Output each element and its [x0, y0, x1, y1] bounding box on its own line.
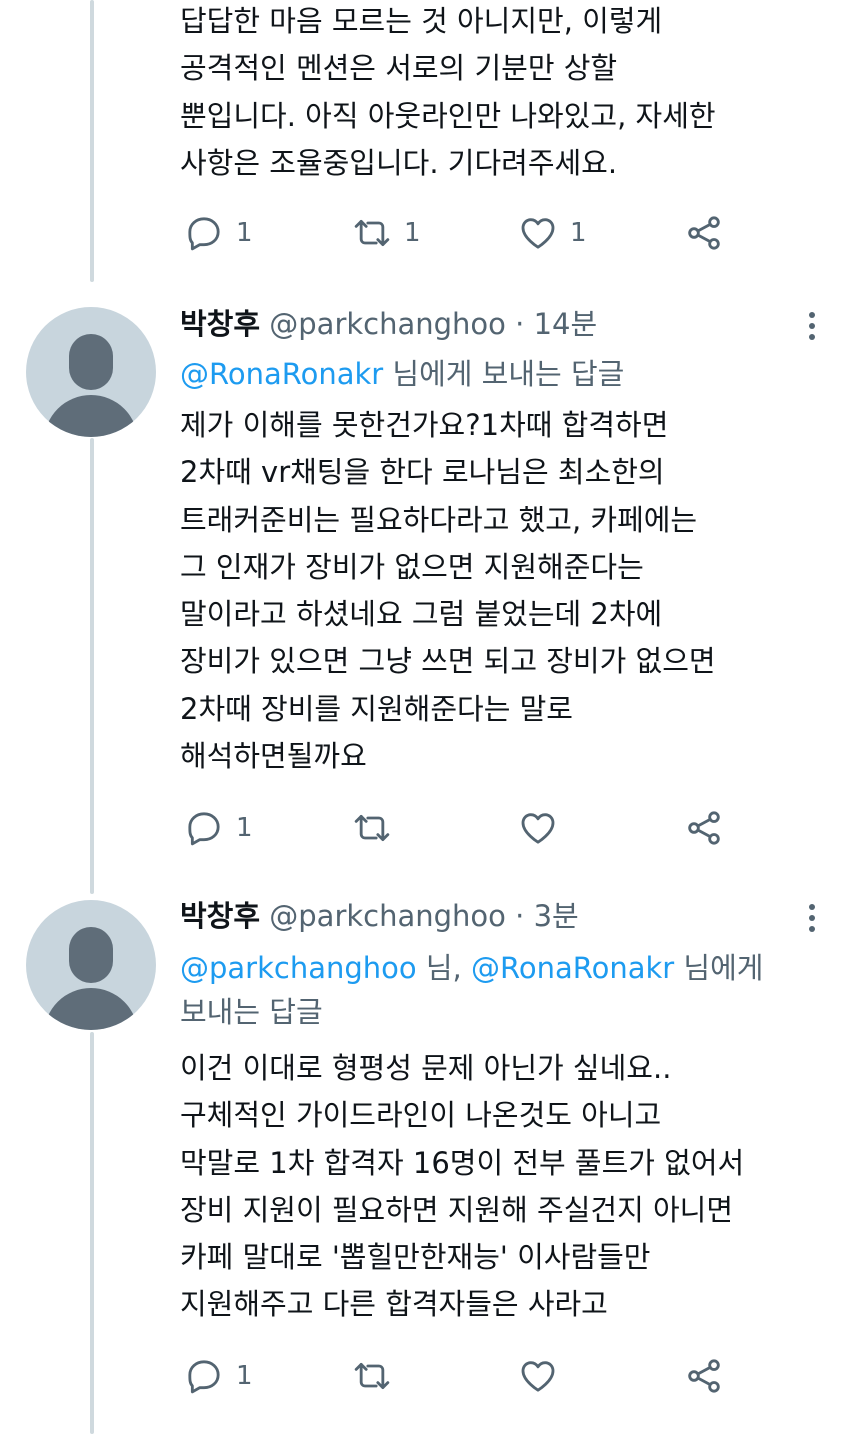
- tweet-header: 박창후 @parkchanghoo · 3분: [180, 898, 579, 934]
- replying-to: @RonaRonakr 님에게 보내는 답글: [180, 357, 625, 391]
- mention-link[interactable]: @parkchanghoo: [180, 951, 417, 985]
- share-icon: [688, 216, 720, 250]
- separator-dot: ·: [515, 899, 525, 933]
- more-icon[interactable]: [808, 904, 816, 937]
- share-button[interactable]: [684, 211, 724, 255]
- mention-link[interactable]: @RonaRonakr: [180, 357, 383, 391]
- retweet-button[interactable]: [352, 806, 404, 850]
- tweet-header: 박창후 @parkchanghoo · 14분: [180, 306, 597, 342]
- display-name[interactable]: 박창후: [180, 899, 260, 933]
- tweet-actions: 1: [180, 1354, 740, 1398]
- reply-icon: [188, 1360, 220, 1394]
- reply-icon: [188, 217, 220, 251]
- tweet-text: 답답한 마음 모르는 것 아니지만, 이렇게 공격적인 멘션은 서로의 기분만 …: [180, 4, 716, 180]
- user-handle[interactable]: @parkchanghoo: [269, 307, 506, 341]
- tweet-text: 이건 이대로 형평성 문제 아닌가 싶네요.. 구체적인 가이드라인이 나온것도…: [180, 1051, 745, 1322]
- tweet-actions: 1 1 1: [180, 211, 740, 255]
- retweet-count: 1: [404, 218, 421, 248]
- mention-link[interactable]: @RonaRonakr: [471, 951, 674, 985]
- like-count: 1: [570, 218, 587, 248]
- reply-button[interactable]: 1: [184, 1354, 253, 1398]
- display-name[interactable]: 박창후: [180, 307, 260, 341]
- more-icon[interactable]: [808, 312, 816, 345]
- reply-icon: [188, 812, 220, 846]
- share-button[interactable]: [684, 1354, 724, 1398]
- reply-button[interactable]: 1: [184, 211, 253, 255]
- reply-button[interactable]: 1: [184, 806, 253, 850]
- tweet-actions: 1: [180, 806, 740, 850]
- like-icon: [521, 813, 555, 844]
- share-button[interactable]: [684, 806, 724, 850]
- user-handle[interactable]: @parkchanghoo: [269, 899, 506, 933]
- like-button[interactable]: 1: [518, 211, 587, 255]
- retweet-icon: [354, 219, 390, 247]
- tweet-text: 제가 이해를 못한건가요?1차때 합격하면 2차때 vr채팅을 한다 로나님은 …: [180, 408, 716, 774]
- thread-line: [90, 1032, 94, 1434]
- retweet-button[interactable]: 1: [352, 211, 421, 255]
- timestamp[interactable]: 14분: [534, 307, 598, 341]
- share-icon: [688, 811, 720, 845]
- retweet-button[interactable]: [352, 1354, 404, 1398]
- retweet-icon: [354, 1362, 390, 1390]
- retweet-icon: [354, 814, 390, 842]
- avatar[interactable]: [26, 307, 156, 437]
- timestamp[interactable]: 3분: [534, 899, 579, 933]
- replying-to: @parkchanghoo 님, @RonaRonakr 님에게 보내는 답글: [180, 951, 764, 1029]
- reply-count: 1: [236, 813, 253, 843]
- avatar[interactable]: [26, 900, 156, 1030]
- share-icon: [688, 1359, 720, 1393]
- reply-count: 1: [236, 1361, 253, 1391]
- like-button[interactable]: [518, 806, 570, 850]
- thread-line: [90, 0, 94, 282]
- separator-dot: ·: [515, 307, 525, 341]
- like-icon: [521, 218, 555, 249]
- like-icon: [521, 1361, 555, 1392]
- reply-count: 1: [236, 218, 253, 248]
- thread-line: [90, 438, 94, 894]
- like-button[interactable]: [518, 1354, 570, 1398]
